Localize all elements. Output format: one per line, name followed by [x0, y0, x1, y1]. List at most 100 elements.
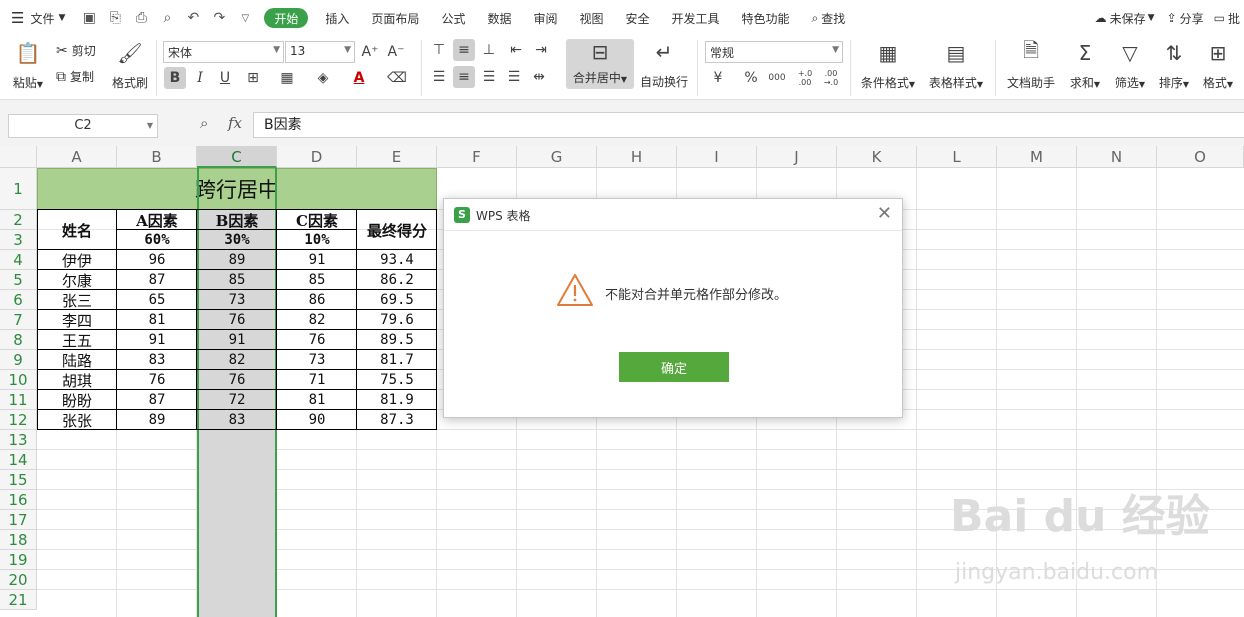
column-header[interactable]: G — [517, 146, 597, 168]
file-menu[interactable]: ☰ 文件 ▼ — [0, 0, 76, 36]
column-header[interactable]: I — [677, 146, 757, 168]
data-cell[interactable]: 胡琪 — [37, 370, 117, 390]
unsaved-status[interactable]: ☁ 未保存 ▼ — [1089, 0, 1161, 36]
indent-increase-icon[interactable]: ⇥ — [530, 39, 552, 61]
table-style-button[interactable]: ▤ 表格样式▼ — [926, 40, 986, 91]
search-button[interactable]: ⌕ 查找 — [801, 0, 857, 36]
conditional-format-button[interactable]: ▦ 条件格式▼ — [858, 40, 918, 91]
row-header[interactable]: 18 — [0, 530, 37, 550]
row-header[interactable]: 8 — [0, 330, 37, 350]
font-shrink-icon[interactable]: A⁻ — [385, 41, 407, 63]
row-header[interactable]: 20 — [0, 570, 37, 590]
decrease-decimal-icon[interactable]: .00 →.0 — [820, 67, 842, 89]
print-preview-icon[interactable]: ⌕ — [154, 0, 180, 36]
underline-button[interactable]: U — [214, 67, 236, 89]
save-icon[interactable]: ▣ — [76, 0, 102, 36]
data-cell[interactable]: 76 — [117, 370, 197, 390]
row-header[interactable]: 4 — [0, 250, 37, 270]
tab-features[interactable]: 特色功能 — [731, 0, 801, 36]
cell-style-icon[interactable]: ▦ — [276, 67, 298, 89]
row-header[interactable]: 3 — [0, 230, 37, 250]
font-grow-icon[interactable]: A⁺ — [359, 41, 381, 63]
header-final-cell[interactable]: 最终得分 — [357, 210, 437, 250]
row-header[interactable]: 9 — [0, 350, 37, 370]
data-cell[interactable]: 85 — [277, 270, 357, 290]
column-header[interactable]: D — [277, 146, 357, 168]
data-cell[interactable]: 91 — [197, 330, 277, 350]
data-cell[interactable]: 李四 — [37, 310, 117, 330]
font-size-select[interactable]: 13 ▼ — [285, 41, 355, 63]
data-cell[interactable]: 73 — [277, 350, 357, 370]
data-cell[interactable]: 81.9 — [357, 390, 437, 410]
tab-review[interactable]: 审阅 — [522, 0, 568, 36]
batch-button[interactable]: ▭ 批 — [1210, 0, 1244, 36]
data-cell[interactable]: 79.6 — [357, 310, 437, 330]
column-header[interactable]: E — [357, 146, 437, 168]
column-header[interactable]: C — [197, 146, 277, 168]
align-right-icon[interactable]: ☰ — [478, 66, 500, 88]
data-cell[interactable]: 盼盼 — [37, 390, 117, 410]
row-header[interactable]: 21 — [0, 590, 37, 610]
column-header[interactable]: L — [917, 146, 997, 168]
data-cell[interactable]: 83 — [117, 350, 197, 370]
data-cell[interactable]: 76 — [197, 310, 277, 330]
data-cell[interactable]: 尔康 — [37, 270, 117, 290]
undo-icon[interactable]: ↶ — [180, 0, 206, 36]
close-icon[interactable]: ✕ — [877, 203, 892, 224]
row-header[interactable]: 14 — [0, 450, 37, 470]
italic-button[interactable]: I — [189, 67, 211, 89]
data-cell[interactable]: 96 — [117, 250, 197, 270]
row-header[interactable]: 10 — [0, 370, 37, 390]
data-cell[interactable]: 82 — [277, 310, 357, 330]
formula-input[interactable]: B因素 — [253, 112, 1244, 138]
row-header[interactable]: 5 — [0, 270, 37, 290]
bold-button[interactable]: B — [164, 67, 186, 89]
tab-home[interactable]: 开始 — [264, 8, 309, 28]
row-header[interactable]: 15 — [0, 470, 37, 490]
redo-icon[interactable]: ↷ — [206, 0, 232, 36]
font-name-select[interactable]: 宋体 ▼ — [163, 41, 284, 63]
filter-button[interactable]: ▽ 筛选▼ — [1110, 40, 1150, 91]
column-header[interactable]: N — [1077, 146, 1157, 168]
data-cell[interactable]: 81 — [277, 390, 357, 410]
weight-b-cell[interactable]: 30% — [197, 230, 277, 250]
data-cell[interactable]: 89 — [117, 410, 197, 430]
percent-icon[interactable]: % — [740, 67, 762, 89]
data-cell[interactable]: 91 — [277, 250, 357, 270]
header-name-cell[interactable]: 姓名 — [37, 210, 117, 250]
data-cell[interactable]: 81.7 — [357, 350, 437, 370]
data-cell[interactable]: 83 — [197, 410, 277, 430]
row-header[interactable]: 1 — [0, 168, 37, 210]
weight-a-cell[interactable]: 60% — [117, 230, 197, 250]
data-cell[interactable]: 伊伊 — [37, 250, 117, 270]
name-box[interactable]: C2 ▼ — [8, 114, 158, 138]
copy-button[interactable]: ⧉ 复制 — [56, 68, 94, 85]
tab-insert[interactable]: 插入 — [314, 0, 360, 36]
sum-button[interactable]: Σ 求和▼ — [1066, 40, 1104, 91]
thousands-icon[interactable]: 000 — [766, 67, 788, 89]
fill-color-icon[interactable]: ◈ — [312, 67, 334, 89]
data-cell[interactable]: 87 — [117, 270, 197, 290]
row-header[interactable]: 6 — [0, 290, 37, 310]
column-header[interactable]: H — [597, 146, 677, 168]
align-middle-icon[interactable]: ≡ — [453, 39, 475, 61]
row-header[interactable]: 16 — [0, 490, 37, 510]
data-cell[interactable]: 76 — [197, 370, 277, 390]
data-cell[interactable]: 76 — [277, 330, 357, 350]
data-cell[interactable]: 69.5 — [357, 290, 437, 310]
print-icon[interactable]: ⎙ — [128, 0, 154, 36]
sort-button[interactable]: ⇅ 排序▼ — [1154, 40, 1194, 91]
distribute-icon[interactable]: ⇹ — [528, 66, 550, 88]
data-cell[interactable]: 王五 — [37, 330, 117, 350]
data-cell[interactable]: 65 — [117, 290, 197, 310]
column-header[interactable]: A — [37, 146, 117, 168]
tab-view[interactable]: 视图 — [568, 0, 614, 36]
tab-security[interactable]: 安全 — [615, 0, 661, 36]
paste-button[interactable]: 📋 粘贴▼ — [10, 40, 46, 91]
column-header[interactable]: B — [117, 146, 197, 168]
font-color-icon[interactable]: A — [348, 67, 370, 89]
zoom-icon[interactable]: ⌕ — [200, 114, 208, 132]
data-cell[interactable]: 陆路 — [37, 350, 117, 370]
customize-icon[interactable]: ▽ — [232, 0, 258, 36]
row-header[interactable]: 13 — [0, 430, 37, 450]
